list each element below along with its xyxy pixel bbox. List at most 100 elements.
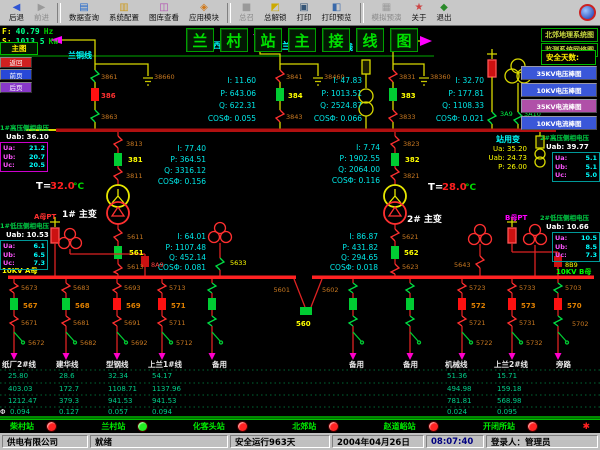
phase-row: Uc:20.5 — [3, 161, 45, 170]
feeder-arrow-icon — [114, 353, 121, 360]
feeder-bay-spare-a[interactable] — [208, 279, 223, 360]
phase-row: Ub:20.7 — [3, 153, 45, 162]
globe-icon — [579, 4, 596, 21]
diagram-label: 562 — [404, 249, 419, 257]
station-button-lancun[interactable]: 兰村站 — [101, 421, 148, 432]
station-button-kaibisuo[interactable]: 开闭所站 — [483, 421, 538, 432]
station-button-huaketou[interactable]: 化客头站 — [193, 421, 248, 432]
button-35kv-current-chart[interactable]: 35KV电流棒图 — [521, 99, 597, 113]
feeder-name: 旁路 — [555, 359, 571, 369]
button-10kv-voltage-chart[interactable]: 10KV电压棒图 — [521, 83, 597, 97]
toolbar-button-system-config[interactable]: ▥系统配置 — [104, 1, 144, 25]
diagram-label: 3843 — [286, 113, 303, 121]
station-button-zhaodaoyu[interactable]: 赵道峪站 — [384, 421, 439, 432]
diagram-label: 5712 — [176, 339, 193, 347]
phase-row: Uc:5.0 — [555, 171, 597, 180]
diagram-label: 5682 — [80, 339, 97, 347]
pt-winding-icon — [71, 238, 82, 249]
station-transformer-label: 站用变 — [496, 134, 520, 144]
diagram-label: 0.024 — [447, 408, 468, 416]
diagram-label: 568.98 — [497, 397, 522, 405]
diagram-label: COSΦ: 0.081 — [158, 263, 206, 272]
diagram-label: 1212.47 — [8, 397, 37, 405]
diagram-label: 38660 — [154, 73, 175, 81]
toolbar-button-print-preview[interactable]: ◧打印预览 — [317, 1, 357, 25]
toolbar-button-back[interactable]: ◀后退 — [4, 1, 29, 25]
toolbar-separator — [360, 3, 364, 23]
diagram-label: P: 431.82 — [342, 243, 378, 252]
left-button-2[interactable]: 前页 — [0, 69, 32, 80]
toolbar-button-simulation[interactable]: ▦模拟预演 — [367, 1, 407, 25]
toolbar-button-image-view[interactable]: ◫图库查看 — [144, 1, 184, 25]
toolbar-button-forward[interactable]: ▶前进 — [29, 1, 54, 25]
diagram-label: 569 — [126, 302, 141, 310]
bottom-separator — [0, 417, 600, 419]
toolbar-button-unlock-all[interactable]: ◩总解锁 — [259, 1, 292, 25]
diagram-label: T= — [428, 182, 443, 193]
bus-10kv-b — [312, 276, 594, 280]
left-button-1[interactable]: 返回 — [0, 57, 32, 68]
page-title: 兰 村 站 主 接 线 图 — [186, 28, 418, 52]
diagram-label: 941.53 — [108, 397, 133, 405]
nav-geo-map-link[interactable]: 北郊地理系统图 — [541, 28, 598, 42]
voltage-panel-1-hv: 1#高压侧相电压 Uab: 36.10 Ua:21.2 Ub:20.7 Uc:2… — [0, 122, 60, 172]
bus-35kv — [26, 129, 556, 133]
title-char: 图 — [390, 28, 418, 52]
diagram-label: 572 — [471, 302, 486, 310]
toolbar-button-app-modules[interactable]: ◈应用模块 — [184, 1, 224, 25]
feeder-name: 备用 — [402, 359, 418, 369]
diagram-label: COSΦ: 0.021 — [436, 114, 484, 123]
diagram-label: Uab: 24.73 — [489, 154, 527, 162]
toolbar-button-print[interactable]: ▣打印 — [292, 1, 317, 25]
toolbar-button-general-call[interactable]: ■总召 — [234, 1, 259, 25]
diagram-label: 172.7 — [59, 385, 79, 393]
breaker-569 — [113, 298, 121, 310]
diagram-label: °C — [465, 183, 477, 193]
diagram-label: 381 — [128, 156, 143, 164]
toolbar-button-about[interactable]: ★关于 — [407, 1, 432, 25]
toolbar-button-exit[interactable]: ◆退出 — [432, 1, 457, 25]
station-led — [137, 421, 148, 432]
diagram-label: P: 1013.51 — [322, 89, 363, 98]
diagram-label: P: 1902.55 — [340, 154, 381, 163]
left-quick-buttons: 主图 返回 前页 后页 — [0, 42, 38, 93]
phase-row: Ua:21.2 — [3, 144, 45, 153]
voltage-panel-2-lv: 2#低压侧相电压 Uab: 10.66 Ua:10.5 Ub:8.5 Uc:7.… — [540, 212, 600, 262]
diagram-label: 0.057 — [108, 408, 128, 416]
feeder-bay-spare-b1[interactable] — [349, 279, 364, 360]
diagram-label: 28.6 — [59, 372, 75, 380]
diagram-labels: 兰铜线西兰线兰村站纸厂线3861386386338660I: 11.60P: 6… — [0, 40, 591, 416]
breaker-spare — [406, 298, 414, 310]
bus-tie-560[interactable] — [294, 279, 322, 315]
transformer-2-bay[interactable] — [384, 132, 406, 276]
feeder-bay-spare-b2[interactable] — [406, 279, 421, 360]
station-button-beijiao[interactable]: 北郊站 — [292, 421, 339, 432]
feeder-arrow-icon — [350, 353, 357, 360]
diagram-label: 3861 — [101, 73, 118, 81]
frequency-label: F: — [2, 27, 12, 36]
breaker-571 — [158, 298, 166, 310]
diagram-label: 5733 — [519, 284, 536, 292]
diagram-label: 494.98 — [447, 385, 472, 393]
main-diagram-button[interactable]: 主图 — [0, 42, 38, 55]
diagram-label: 15.71 — [497, 372, 517, 380]
diagram-label: 5621 — [402, 233, 419, 241]
button-35kv-voltage-chart[interactable]: 35KV电压棒图 — [521, 66, 597, 80]
app-modules-icon: ◈ — [200, 3, 208, 13]
station-button-caicun[interactable]: 柴村站 — [10, 421, 57, 432]
button-10kv-current-chart[interactable]: 10KV电流棒图 — [521, 116, 597, 130]
feeder-arrow-icon — [63, 353, 70, 360]
feeder-name: 建华线 — [55, 359, 79, 369]
right-chart-buttons: 35KV电压棒图 10KV电压棒图 35KV电流棒图 10KV电流棒图 — [521, 66, 597, 132]
simulation-icon: ▦ — [382, 3, 391, 13]
left-button-3[interactable]: 后页 — [0, 82, 32, 93]
breaker-572 — [458, 298, 466, 310]
diagram-label: Ua: 35.20 — [493, 145, 527, 153]
breaker-561 — [114, 246, 122, 259]
title-char: 线 — [356, 28, 384, 52]
station-led — [328, 421, 339, 432]
toolbar-button-data-query[interactable]: ▤数据查询 — [64, 1, 104, 25]
transformer-2-lv-icon — [384, 202, 406, 224]
diagram-label: COSΦ: 0.156 — [158, 177, 206, 186]
diagram-label: P: 643.06 — [220, 89, 256, 98]
